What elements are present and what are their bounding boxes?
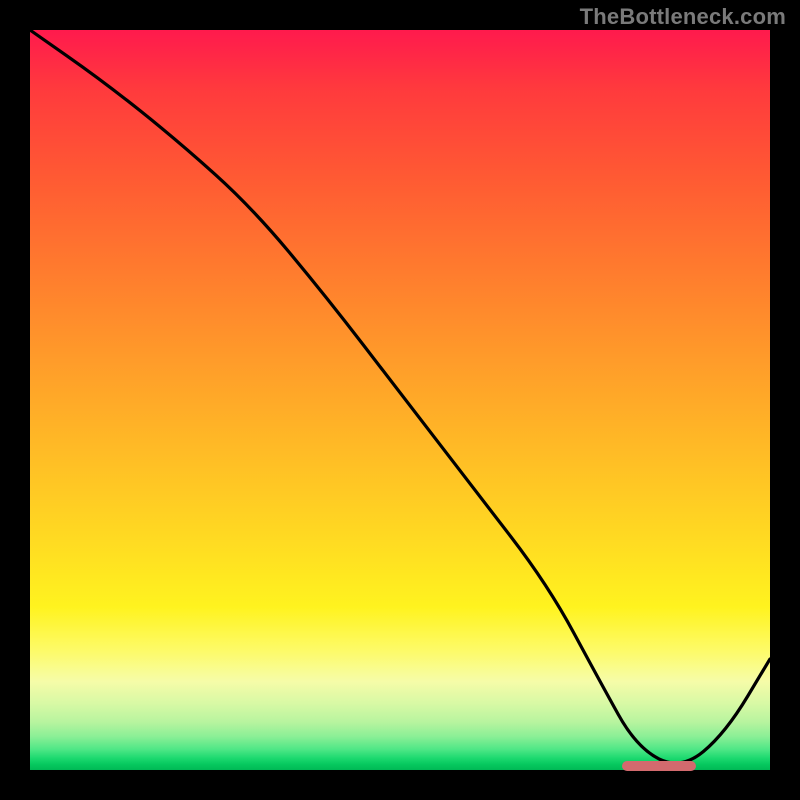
- watermark-text: TheBottleneck.com: [580, 4, 786, 30]
- plot-frame: [30, 30, 770, 770]
- optimal-range-marker: [622, 761, 696, 771]
- bottleneck-curve: [30, 30, 770, 770]
- chart-container: TheBottleneck.com: [0, 0, 800, 800]
